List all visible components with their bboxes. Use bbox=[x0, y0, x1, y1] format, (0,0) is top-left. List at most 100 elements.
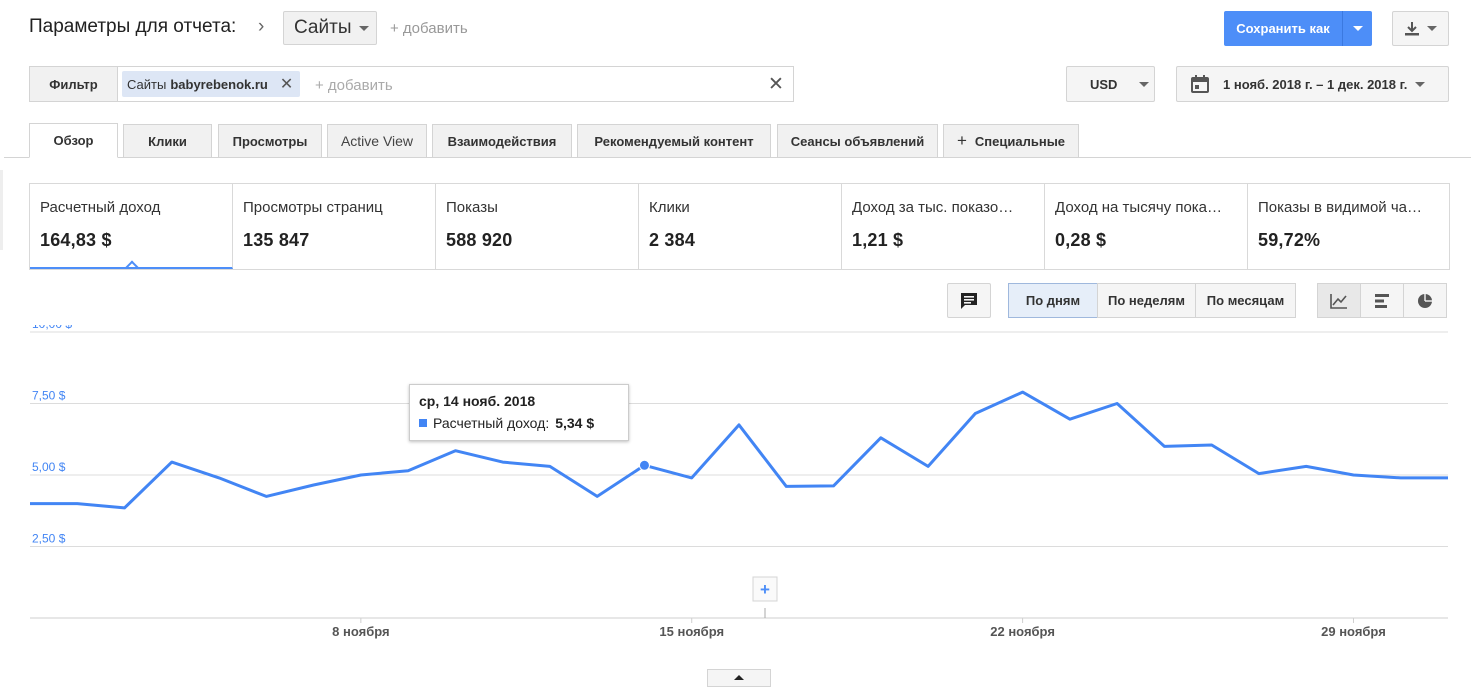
filter-label[interactable]: Фильтр bbox=[29, 66, 118, 102]
tab-label: Рекомендуемый контент bbox=[594, 133, 754, 149]
chevron-right-icon: › bbox=[258, 16, 265, 37]
download-icon bbox=[1405, 21, 1419, 35]
dimension-select[interactable]: Сайты bbox=[283, 11, 377, 45]
scorecard-viewable-impressions[interactable]: Показы в видимой ча… 59,72% bbox=[1248, 184, 1449, 269]
by-week-button[interactable]: По неделям bbox=[1097, 283, 1196, 318]
data-point bbox=[405, 468, 411, 474]
pie-chart-button[interactable] bbox=[1403, 283, 1447, 318]
tooltip-series-name: Расчетный доход: bbox=[433, 415, 550, 431]
data-point bbox=[831, 483, 837, 489]
data-point bbox=[594, 493, 600, 499]
series-color-swatch bbox=[419, 419, 427, 427]
scorecard-name: Показы в видимой ча… bbox=[1258, 199, 1422, 216]
scorecard-clicks[interactable]: Клики 2 384 bbox=[639, 184, 842, 269]
data-point bbox=[311, 482, 317, 488]
tab-recommended-content[interactable]: Рекомендуемый контент bbox=[577, 124, 771, 158]
data-point bbox=[169, 459, 175, 465]
tooltip-value: 5,34 $ bbox=[555, 415, 595, 431]
tab-label: Обзор bbox=[53, 133, 94, 148]
scorecard-value: 588 920 bbox=[446, 230, 513, 250]
download-button[interactable] bbox=[1392, 11, 1449, 46]
date-range-value: 1 нояб. 2018 г. – 1 дек. 2018 г. bbox=[1223, 76, 1408, 92]
data-point bbox=[122, 505, 128, 511]
filter-add-placeholder[interactable]: + добавить bbox=[315, 77, 393, 94]
scorecard-value: 0,28 $ bbox=[1055, 230, 1107, 250]
scorecard-value: 59,72% bbox=[1258, 230, 1321, 250]
scorecard-value: 1,21 $ bbox=[852, 230, 904, 250]
remove-chip-icon[interactable]: ✕ bbox=[280, 74, 293, 94]
data-point bbox=[1020, 389, 1026, 395]
plus-icon: + bbox=[956, 131, 967, 150]
scorecard-value: 164,83 $ bbox=[40, 230, 112, 250]
scorecard-name: Доход на тысячу пока… bbox=[1055, 199, 1223, 216]
tab-clicks[interactable]: Клики bbox=[123, 124, 212, 158]
y-tick-label: 5,00 $ bbox=[32, 460, 66, 474]
annotation-button[interactable] bbox=[947, 283, 991, 318]
scrollbar[interactable] bbox=[0, 170, 3, 250]
y-tick-label: 7,50 $ bbox=[32, 389, 66, 403]
comment-icon bbox=[961, 292, 977, 309]
report-params-title: Параметры для отчета: bbox=[29, 16, 237, 37]
caret-down-icon bbox=[1415, 81, 1426, 87]
collapse-chart-button[interactable] bbox=[707, 669, 771, 687]
line-chart-button[interactable] bbox=[1317, 283, 1361, 318]
tab-interactions[interactable]: Взаимодействия bbox=[432, 124, 572, 158]
pie-chart-icon bbox=[1418, 293, 1432, 308]
tab-pageviews[interactable]: Просмотры bbox=[218, 124, 322, 158]
save-as-button[interactable]: Сохранить как bbox=[1224, 11, 1372, 46]
by-month-button[interactable]: По месяцам bbox=[1195, 283, 1296, 318]
tooltip-date: ср, 14 нояб. 2018 bbox=[419, 393, 536, 409]
tab-ad-sessions[interactable]: Сеансы объявлений bbox=[777, 124, 938, 158]
period-toggle: По дням По неделям По месяцам bbox=[1008, 283, 1296, 318]
data-point bbox=[1067, 416, 1073, 422]
caret-down-icon bbox=[1139, 81, 1150, 87]
scorecard-impressions[interactable]: Показы 588 920 bbox=[436, 184, 639, 269]
tab-label: Просмотры bbox=[232, 133, 308, 149]
scorecard-page-views[interactable]: Просмотры страниц 135 847 bbox=[233, 184, 436, 269]
caret-down-icon bbox=[1427, 26, 1437, 31]
scorecard-rpm[interactable]: Доход на тысячу пока… 0,28 $ bbox=[1045, 184, 1248, 269]
data-point bbox=[736, 422, 742, 428]
tab-custom[interactable]: + Специальные bbox=[943, 124, 1079, 158]
bar-chart-button[interactable] bbox=[1360, 283, 1404, 318]
clear-filter-icon[interactable]: ✕ bbox=[768, 73, 784, 96]
scorecard-name: Просмотры страниц bbox=[243, 199, 383, 216]
save-as-dropdown[interactable] bbox=[1343, 26, 1372, 31]
caret-down-icon bbox=[1352, 26, 1363, 31]
chart-tooltip: ср, 14 нояб. 2018 Расчетный доход: 5,34 … bbox=[409, 384, 629, 441]
scorecard-estimated-earnings[interactable]: Расчетный доход 164,83 $ bbox=[30, 184, 233, 269]
data-point bbox=[216, 475, 222, 481]
add-dimension-link[interactable]: + добавить bbox=[390, 20, 468, 37]
dimension-select-value: Сайты bbox=[294, 17, 352, 38]
scorecard-value: 135 847 bbox=[243, 230, 310, 250]
caret-down-icon bbox=[359, 25, 370, 31]
filter-chip-key: Сайты bbox=[127, 76, 167, 92]
tab-active-view[interactable]: Active View bbox=[327, 124, 427, 158]
data-point bbox=[783, 483, 789, 489]
data-point bbox=[500, 459, 506, 465]
tab-label: Специальные bbox=[974, 133, 1066, 149]
x-tick-label: 8 ноября bbox=[332, 624, 389, 639]
tab-overview[interactable]: Обзор bbox=[29, 123, 118, 158]
scorecard-value: 2 384 bbox=[649, 230, 696, 250]
scorecard-rpm-impressions[interactable]: Доход за тыс. показо… 1,21 $ bbox=[842, 184, 1045, 269]
data-point bbox=[452, 448, 458, 454]
save-as-label: Сохранить как bbox=[1236, 21, 1330, 36]
add-annotation-plus-icon: + bbox=[760, 580, 770, 599]
by-day-button[interactable]: По дням bbox=[1008, 283, 1098, 318]
series-line-estimated-earnings bbox=[30, 390, 1448, 510]
scorecard-name: Расчетный доход bbox=[40, 199, 161, 216]
data-point bbox=[1256, 471, 1262, 477]
data-point bbox=[1398, 475, 1404, 481]
date-range-picker[interactable]: 1 нояб. 2018 г. – 1 дек. 2018 г. bbox=[1176, 66, 1449, 102]
data-point bbox=[1161, 443, 1167, 449]
x-tick-label: 29 ноября bbox=[1321, 624, 1386, 639]
currency-select[interactable]: USD bbox=[1066, 66, 1155, 102]
tab-label: Active View bbox=[340, 133, 414, 149]
x-tick-label: 22 ноября bbox=[990, 624, 1055, 639]
scorecard-name: Показы bbox=[446, 199, 498, 216]
filter-chip[interactable]: Сайты babyrebenok.ru ✕ bbox=[122, 71, 300, 97]
y-tick-label: 2,50 $ bbox=[32, 532, 66, 546]
chart-type-toggle bbox=[1317, 283, 1447, 318]
data-point bbox=[263, 493, 269, 499]
